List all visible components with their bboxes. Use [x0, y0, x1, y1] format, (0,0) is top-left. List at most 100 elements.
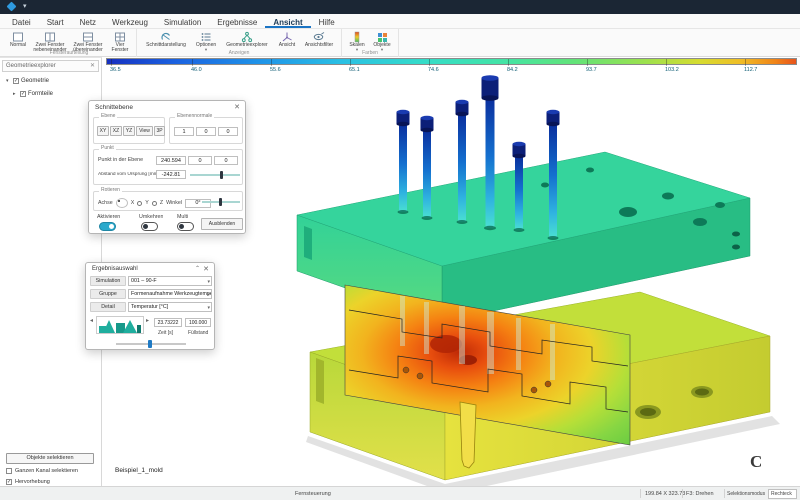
tab-start[interactable]: Start — [39, 14, 72, 28]
result-selection-dialog[interactable]: Ergebnisauswahl ⌃ ✕ Simulation 001 – 90-… — [85, 262, 215, 350]
plane-normal-group: Ebenennormale — [169, 113, 243, 144]
colorbar-tick: 103.2 — [665, 59, 679, 73]
highlight-row[interactable]: ✓ Hervorhebung — [6, 479, 50, 485]
tree-expand-icon[interactable]: ▾ — [6, 78, 11, 84]
tab-ansicht[interactable]: Ansicht — [265, 14, 311, 28]
selection-mode-dropdown[interactable]: Rechteck — [768, 489, 797, 499]
group-select[interactable]: Formenaufnahme Werkzeugtemperatur ▾ — [128, 289, 212, 299]
close-icon[interactable]: ✕ — [234, 103, 240, 111]
ribbon-button-label: Geometrieexplorer — [226, 42, 268, 48]
plane-yz-button[interactable]: YZ — [123, 126, 135, 136]
slider-handle[interactable] — [219, 198, 222, 206]
angle-slider[interactable] — [202, 198, 240, 206]
ribbon-group-label: Anzeigen — [228, 50, 250, 56]
cut-plane-dialog[interactable]: Schnittebene ✕ Ebene XY XZ YZ View 3P Eb… — [88, 100, 246, 234]
time-label: Zeit [s] — [158, 330, 174, 336]
time-slider[interactable] — [116, 340, 186, 348]
point-y-field[interactable] — [188, 156, 212, 165]
normal-y-field[interactable] — [196, 127, 216, 136]
selection-mode-label: Selektionsmodus — [727, 491, 766, 497]
group-legend: Ebenennormale — [175, 113, 215, 119]
normal-window-button[interactable]: Normal — [5, 30, 31, 48]
checkbox-checked[interactable]: ✓ — [6, 479, 12, 485]
ribbon-group-farben: Skalen ▾ Objekte ▾ Farben — [342, 29, 399, 57]
watermark-mark: C — [750, 452, 763, 471]
next-frame-icon[interactable]: ▸ — [146, 317, 149, 324]
section-view-button[interactable]: Schnittdarstellung — [140, 30, 192, 48]
tree-collapse-icon[interactable]: ▸ — [13, 91, 18, 97]
ribbon: Normal Zwei Fenster nebeneinander Zwei F… — [0, 29, 800, 57]
tab-datei[interactable]: Datei — [4, 14, 39, 28]
tree-item-formteile[interactable]: ▸ ✓ Formteile — [13, 91, 53, 97]
time-field[interactable] — [154, 318, 182, 327]
select-channel-row[interactable]: Ganzen Kanal selektieren — [6, 468, 78, 474]
result-preview-thumbnail[interactable] — [96, 316, 144, 334]
options-button[interactable]: Optionen ▾ — [192, 30, 220, 52]
fill-field[interactable] — [185, 318, 211, 327]
scales-button[interactable]: Skalen ▾ — [345, 30, 369, 52]
select-objects-button[interactable]: Objekte selektieren — [6, 453, 94, 464]
angle-field[interactable] — [184, 198, 211, 208]
group-chip: Gruppe — [90, 289, 126, 299]
colorbar-tick: 36.5 — [110, 59, 121, 73]
plane-xy-button[interactable]: XY — [97, 126, 109, 136]
plane-xz-button[interactable]: XZ — [110, 126, 122, 136]
menubar: Datei Start Netz Werkzeug Simulation Erg… — [0, 14, 800, 29]
radio-x[interactable] — [115, 198, 128, 208]
objects-button[interactable]: Objekte ▾ — [369, 30, 395, 52]
checkbox-unchecked[interactable] — [6, 468, 12, 474]
group-legend: Punkt — [99, 145, 116, 151]
tab-werkzeug[interactable]: Werkzeug — [104, 14, 156, 28]
geometry-explorer-button[interactable]: Geometrieexplorer — [220, 30, 274, 48]
simulation-select[interactable]: 001 – 90-F ▾ — [128, 276, 212, 286]
panel-header: Geometrieexplorer ✕ — [2, 60, 99, 72]
colorbar-tick: 46.0 — [191, 59, 202, 73]
hide-button[interactable]: Ausblenden — [201, 218, 243, 230]
status-mode: Fernsteuerung — [295, 491, 331, 497]
activate-toggle[interactable] — [99, 222, 116, 231]
fill-label: Füllstand — [188, 330, 209, 336]
prev-frame-icon[interactable]: ◂ — [90, 317, 93, 324]
divider — [724, 489, 725, 498]
view-filter-button[interactable]: Ansichtsfilter — [300, 30, 338, 48]
radio-label: X — [130, 200, 135, 206]
close-icon[interactable]: ✕ — [90, 61, 95, 71]
slider-handle[interactable] — [148, 340, 152, 348]
tab-ergebnisse[interactable]: Ergebnisse — [209, 14, 265, 28]
normal-z-field[interactable] — [218, 127, 238, 136]
chevron-down-icon[interactable]: ▾ — [23, 2, 27, 12]
multi-toggle[interactable] — [177, 222, 194, 231]
plane-3p-button[interactable]: 3P — [154, 126, 165, 136]
plane-view-button[interactable]: View — [136, 126, 153, 136]
tab-netz[interactable]: Netz — [72, 14, 104, 28]
view-button[interactable]: Ansicht — [274, 30, 300, 48]
multi-label: Multi — [177, 214, 189, 220]
tab-hilfe[interactable]: Hilfe — [311, 14, 343, 28]
detail-select[interactable]: Temperatur [°C] ▾ — [128, 302, 212, 312]
point-z-field[interactable] — [214, 156, 238, 165]
preview-waveform — [99, 320, 141, 333]
radio-z[interactable] — [151, 200, 157, 206]
checkbox-checked[interactable]: ✓ — [20, 91, 26, 97]
tree-item-label: Formteile — [28, 91, 54, 97]
tab-simulation[interactable]: Simulation — [156, 14, 209, 28]
point-x-field[interactable] — [156, 156, 186, 165]
radio-y[interactable] — [137, 200, 143, 206]
distance-slider[interactable] — [190, 171, 240, 179]
activate-label: Aktivieren — [97, 214, 121, 220]
point-group: Punkt Punkt in der Ebene Abstand vom Urs… — [93, 145, 243, 185]
close-icon[interactable]: ✕ — [203, 265, 209, 273]
normal-x-field[interactable] — [174, 127, 194, 136]
slider-handle[interactable] — [220, 171, 223, 179]
chevron-down-icon: ▾ — [207, 292, 210, 298]
radio-label: Y — [145, 200, 149, 206]
select-value: 001 – 90-F — [131, 278, 157, 284]
select-value: Temperatur [°C] — [131, 304, 169, 310]
invert-toggle[interactable] — [141, 222, 158, 231]
distance-field[interactable] — [156, 170, 186, 179]
collapse-icon[interactable]: ⌃ — [195, 265, 200, 272]
checkbox-checked[interactable]: ✓ — [13, 78, 19, 84]
ribbon-group-anzeigen: Schnittdarstellung Optionen ▾ Geometriee… — [137, 29, 342, 57]
tree-item-geometrie[interactable]: ▾ ✓ Geometrie — [6, 78, 49, 84]
window-titlebar: ▾ — [0, 0, 800, 14]
